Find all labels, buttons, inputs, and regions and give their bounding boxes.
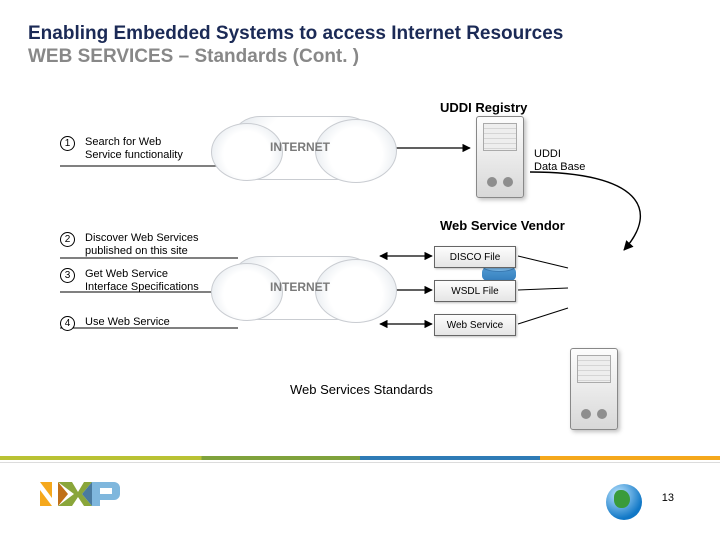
internet-label-bottom: INTERNET (270, 280, 330, 294)
box-wsdl-file: WSDL File (434, 280, 516, 302)
heading-web-service-vendor: Web Service Vendor (440, 218, 565, 233)
globe-icon (606, 484, 642, 520)
step-2-number: 2 (60, 232, 75, 247)
box-web-service: Web Service (434, 314, 516, 336)
step-2: 2 Discover Web Services published on thi… (60, 232, 199, 258)
footer-color-bar (0, 456, 720, 460)
step-3-number: 3 (60, 268, 75, 283)
page-number: 13 (662, 492, 674, 504)
step-4-text: Use Web Service (85, 316, 170, 329)
nxp-logo-icon (34, 478, 120, 510)
diagram-area: UDDI Registry UDDI Data Base INTERNET 1 … (40, 100, 680, 430)
label-uddi-database: UDDI Data Base (534, 148, 585, 174)
step-1-number: 1 (60, 136, 75, 151)
diagram-caption: Web Services Standards (290, 382, 433, 397)
footer-divider-line (0, 462, 720, 463)
server-uddi-icon (476, 116, 524, 198)
step-4: 4 Use Web Service (60, 316, 170, 331)
internet-label-top: INTERNET (270, 140, 330, 154)
step-2-text: Discover Web Services published on this … (85, 232, 199, 258)
box-disco-file: DISCO File (434, 246, 516, 268)
server-vendor-icon (570, 348, 618, 430)
step-4-number: 4 (60, 316, 75, 331)
slide-subtitle: WEB SERVICES – Standards (Cont. ) (28, 46, 359, 68)
step-3: 3 Get Web Service Interface Specificatio… (60, 268, 199, 294)
step-1: 1 Search for Web Service functionality (60, 136, 183, 162)
step-3-text: Get Web Service Interface Specifications (85, 268, 199, 294)
slide-title: Enabling Embedded Systems to access Inte… (28, 22, 563, 46)
heading-uddi-registry: UDDI Registry (440, 100, 527, 115)
step-1-text: Search for Web Service functionality (85, 136, 183, 162)
